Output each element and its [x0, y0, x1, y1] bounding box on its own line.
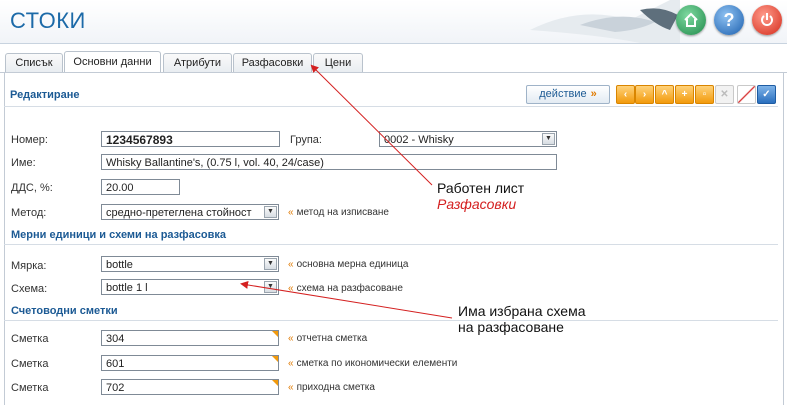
annotation-arrows: [240, 64, 453, 319]
worksheet-annotation: Работен лист Разфасовки: [437, 180, 525, 212]
scheme-annotation: Има избрана схема на разфасоване: [458, 303, 586, 335]
